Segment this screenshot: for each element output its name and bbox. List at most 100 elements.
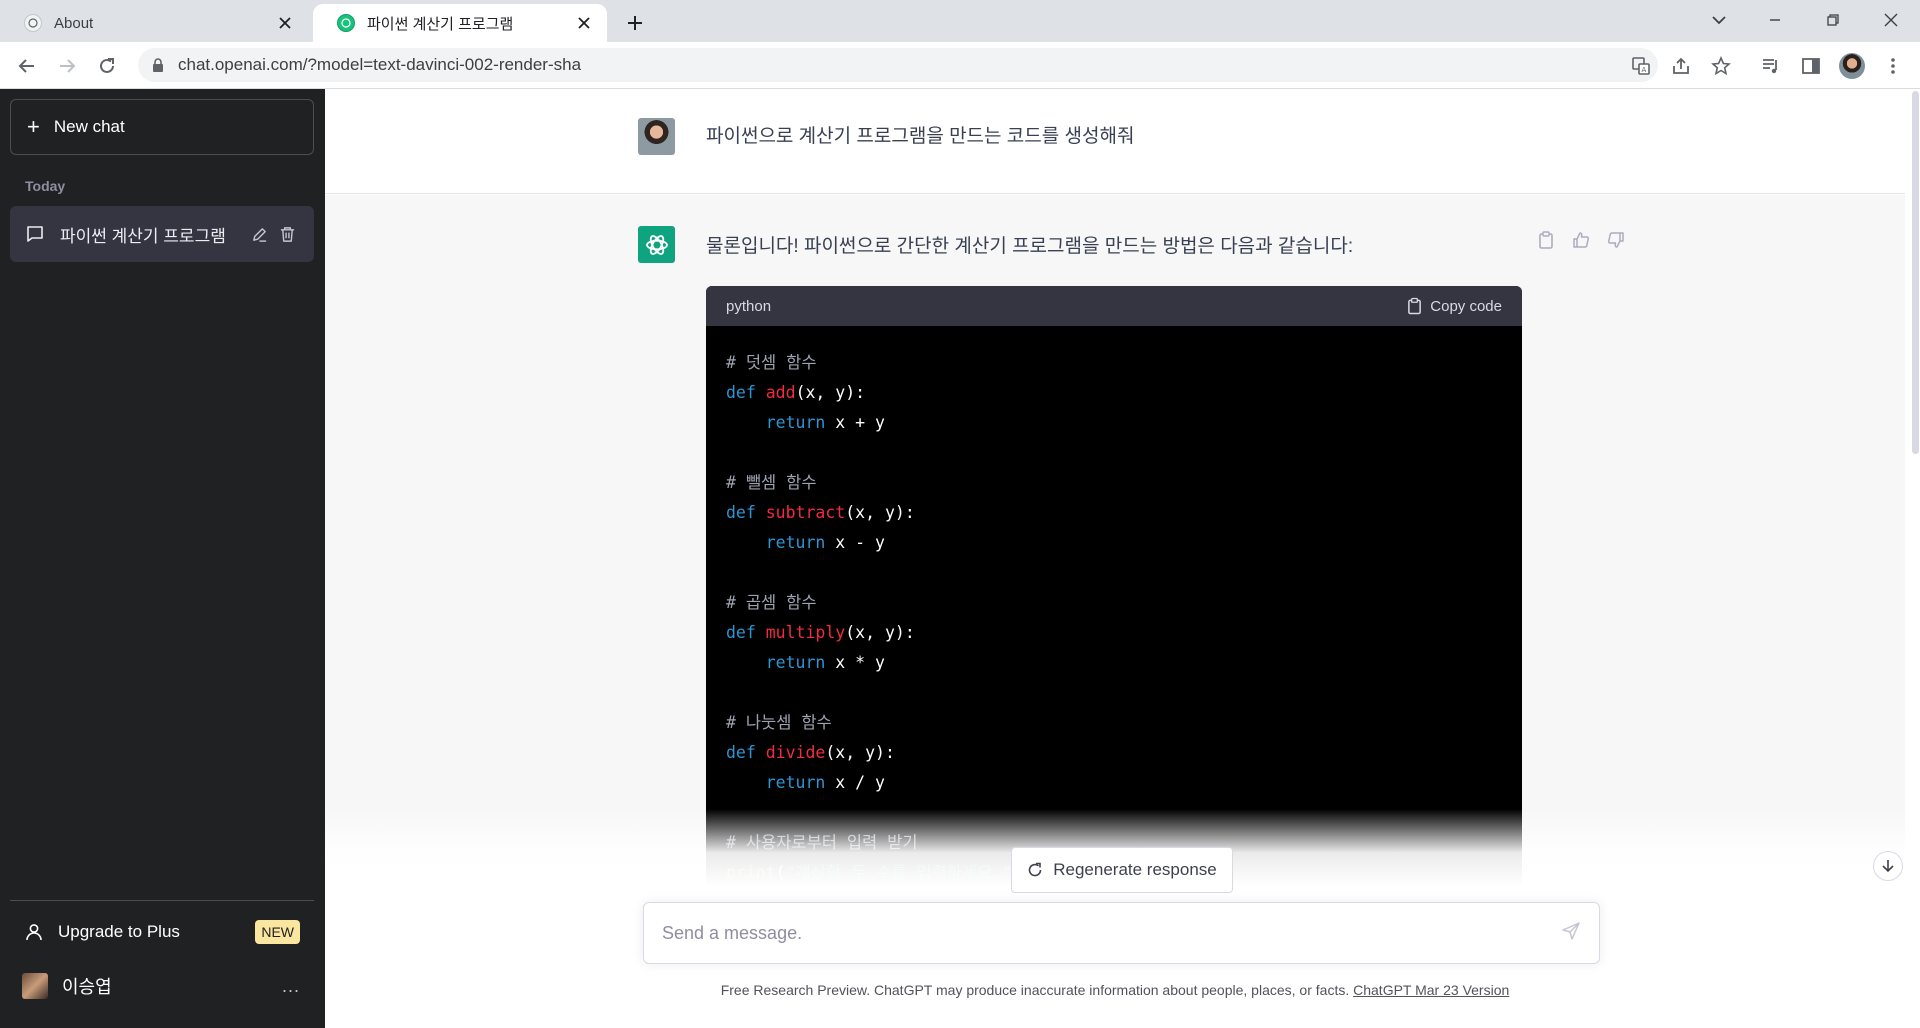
chat-main: 파이썬으로 계산기 프로그램을 만드는 코드를 생성해줘 물론입니다! 파이썬으…: [325, 89, 1920, 1028]
new-chat-button[interactable]: + New chat: [10, 99, 314, 155]
version-link[interactable]: ChatGPT Mar 23 Version: [1353, 982, 1509, 998]
scroll-to-bottom-button[interactable]: [1873, 851, 1903, 881]
plus-icon: +: [27, 114, 40, 139]
trash-icon: [280, 226, 294, 242]
footer-disclaimer: Free Research Preview. ChatGPT may produ…: [325, 982, 1905, 998]
avatar: [1839, 53, 1865, 79]
translate-button[interactable]: A: [1627, 52, 1655, 80]
upgrade-label: Upgrade to Plus: [58, 922, 180, 941]
code-line: return x * y: [765, 653, 885, 672]
user-icon: [26, 924, 42, 941]
minimize-icon: [1770, 19, 1780, 21]
code-language: python: [726, 297, 772, 315]
thumbs-down-icon: [1607, 232, 1624, 248]
new-badge: NEW: [255, 920, 300, 944]
user-menu-button[interactable]: 이승엽 ...: [10, 963, 314, 1009]
tab-title: About: [54, 14, 94, 32]
thumbs-up-button[interactable]: [1568, 227, 1594, 253]
tab-search-button[interactable]: [1696, 0, 1742, 40]
browser-menu-button[interactable]: [1879, 52, 1907, 80]
queue-music-icon: [1763, 59, 1777, 74]
scrollbar-thumb[interactable]: [1912, 91, 1919, 454]
url-text: chat.openai.com/?model=text-davinci-002-…: [178, 55, 582, 74]
star-icon: [1711, 56, 1731, 76]
openai-favicon-icon: [24, 14, 42, 32]
upgrade-to-plus-button[interactable]: Upgrade to Plus NEW: [10, 909, 314, 955]
code-line: def subtract(x, y):: [726, 503, 915, 522]
arrow-down-icon: [1882, 860, 1894, 873]
close-tab-icon[interactable]: [274, 12, 296, 34]
refresh-icon: [1028, 862, 1042, 877]
forward-button[interactable]: [53, 52, 81, 80]
profile-avatar[interactable]: [1838, 52, 1866, 80]
regenerate-label: Regenerate response: [1053, 860, 1217, 879]
thumbs-down-button[interactable]: [1603, 227, 1629, 253]
bookmark-button[interactable]: [1707, 52, 1735, 80]
code-block-header: python Copy code: [706, 286, 1522, 326]
thumbs-up-icon: [1573, 232, 1590, 248]
avatar: [22, 973, 48, 999]
new-tab-button[interactable]: [620, 8, 650, 38]
chatgpt-logo-icon: [638, 226, 675, 263]
new-chat-label: New chat: [53, 117, 125, 136]
send-icon: [1562, 921, 1580, 940]
code-line: ​: [726, 558, 1502, 588]
user-name: 이승엽: [62, 977, 112, 997]
reload-button[interactable]: [93, 52, 121, 80]
history-item-label: 파이썬 계산기 프로그램: [60, 226, 226, 246]
reload-icon: [100, 58, 114, 73]
copy-code-button[interactable]: Copy code: [1407, 297, 1502, 315]
tab-chat[interactable]: 파이썬 계산기 프로그램: [313, 4, 607, 42]
close-window-button[interactable]: [1868, 0, 1914, 40]
media-button[interactable]: [1757, 52, 1785, 80]
send-button[interactable]: [1561, 921, 1581, 946]
share-button[interactable]: [1667, 52, 1695, 80]
chevron-down-icon: [1712, 16, 1726, 25]
tab-title: 파이썬 계산기 프로그램: [367, 15, 514, 33]
close-icon: [1884, 13, 1898, 27]
sidebar: + New chat Today 파이썬 계산기 프로그램 Upgrade to…: [0, 89, 325, 1028]
code-line: ​: [726, 678, 1502, 708]
code-line: def multiply(x, y):: [726, 623, 915, 642]
code-line: def divide(x, y):: [726, 743, 895, 762]
arrow-left-icon: [18, 59, 34, 73]
clipboard-icon: [1408, 297, 1422, 315]
message-input[interactable]: [662, 922, 1561, 944]
code-line: # 덧셈 함수: [726, 353, 817, 372]
user-message-text: 파이썬으로 계산기 프로그램을 만드는 코드를 생성해줘: [706, 126, 1135, 147]
svg-text:A: A: [1642, 66, 1647, 74]
openai-favicon-icon: [337, 14, 355, 32]
copy-message-button[interactable]: [1533, 227, 1559, 253]
avatar: [638, 118, 675, 155]
side-panel-button[interactable]: [1797, 52, 1825, 80]
sidebar-divider: [10, 900, 314, 901]
code-line: return x / y: [765, 773, 885, 792]
pencil-icon: [252, 227, 266, 242]
minimize-button[interactable]: [1752, 0, 1798, 40]
chat-bubble-icon: [27, 226, 43, 242]
code-line: ​: [726, 438, 1502, 468]
plus-icon: [628, 16, 642, 30]
omnibox[interactable]: chat.openai.com/?model=text-davinci-002-…: [138, 48, 1658, 82]
assistant-message-text: 물론입니다! 파이썬으로 간단한 계산기 프로그램을 만드는 방법은 다음과 같…: [706, 236, 1354, 257]
code-line: def add(x, y):: [726, 383, 866, 402]
footer-text: Free Research Preview. ChatGPT may produ…: [720, 982, 1354, 998]
address-bar: chat.openai.com/?model=text-davinci-002-…: [0, 42, 1920, 89]
delete-chat-button[interactable]: [274, 221, 300, 247]
user-message-row: 파이썬으로 계산기 프로그램을 만드는 코드를 생성해줘: [325, 89, 1905, 194]
translate-icon: A: [1632, 57, 1650, 75]
regenerate-response-button[interactable]: Regenerate response: [1011, 847, 1233, 893]
history-section-label: Today: [25, 178, 66, 194]
tab-about[interactable]: About: [0, 4, 308, 42]
history-item[interactable]: 파이썬 계산기 프로그램: [10, 206, 314, 262]
more-icon: ...: [281, 975, 300, 996]
close-tab-icon[interactable]: [573, 12, 595, 34]
edit-title-button[interactable]: [246, 221, 272, 247]
code-line: # 곱셈 함수: [726, 593, 817, 612]
copy-code-label: Copy code: [1430, 297, 1502, 315]
browser-tab-bar: About 파이썬 계산기 프로그램: [0, 0, 1920, 42]
code-line: # 나눗셈 함수: [726, 713, 832, 732]
restore-button[interactable]: [1810, 0, 1856, 40]
back-button[interactable]: [13, 52, 41, 80]
code-line: return x - y: [765, 533, 885, 552]
